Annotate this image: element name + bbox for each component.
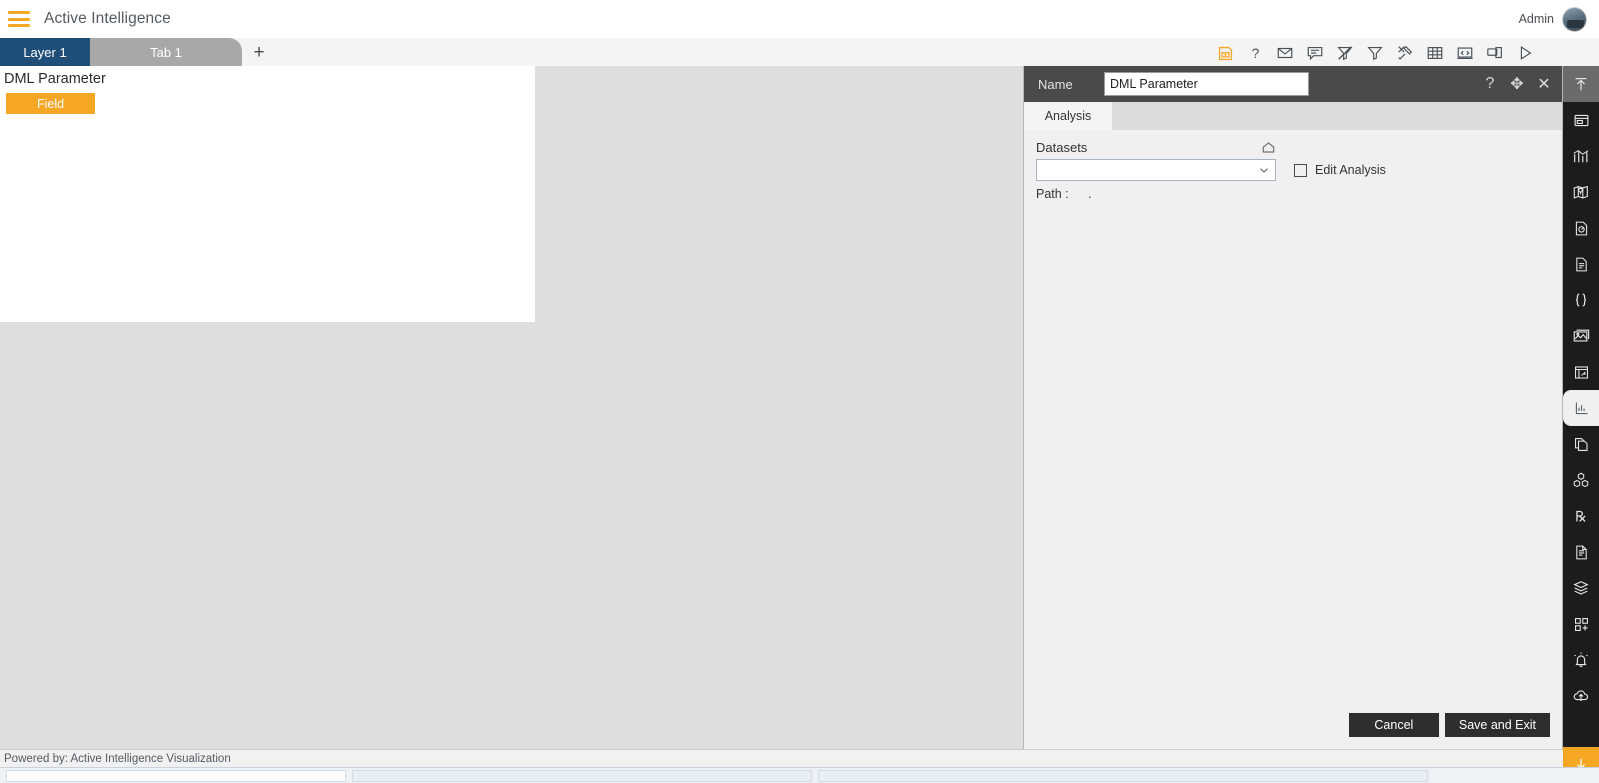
- path-label: Path :: [1036, 187, 1069, 201]
- filter-icon[interactable]: [1365, 43, 1385, 63]
- tools-icon[interactable]: [1395, 43, 1415, 63]
- window-icon[interactable]: [1563, 102, 1599, 138]
- filter-off-icon[interactable]: [1335, 43, 1355, 63]
- hamburger-line: [8, 24, 30, 27]
- map-icon[interactable]: [1563, 174, 1599, 210]
- datasets-label: Datasets: [1036, 140, 1088, 155]
- canvas-area: DML Parameter Field: [0, 66, 1023, 748]
- copy-page-icon[interactable]: [1563, 426, 1599, 462]
- edit-analysis-checkbox[interactable]: Edit Analysis: [1294, 163, 1386, 177]
- collapse-up-icon[interactable]: [1563, 66, 1599, 102]
- path-value: .: [1088, 187, 1092, 201]
- dml-parameter-dialog: Name ? ✥ ✕ Analysis Datasets: [1023, 66, 1563, 750]
- note-table-icon[interactable]: [1563, 354, 1599, 390]
- top-bar: Active Intelligence Admin: [0, 0, 1599, 38]
- alert-bell-icon[interactable]: [1563, 642, 1599, 678]
- edit-analysis-label: Edit Analysis: [1315, 163, 1386, 177]
- tab-layer-1[interactable]: Layer 1: [0, 38, 90, 66]
- document-icon[interactable]: [1563, 246, 1599, 282]
- app-title: Active Intelligence: [44, 10, 171, 27]
- status-bar: Powered by: Active Intelligence Visualiz…: [0, 749, 1563, 767]
- dataset-select[interactable]: [1036, 159, 1276, 181]
- user-label: Admin: [1518, 12, 1554, 26]
- cloud-upload-icon[interactable]: [1563, 678, 1599, 714]
- cubes-icon[interactable]: [1563, 462, 1599, 498]
- dialog-body: Datasets Edit Analysis Path: . Cancel S…: [1024, 130, 1562, 749]
- dataset-select-row: Edit Analysis: [1036, 159, 1550, 181]
- name-label: Name: [1038, 76, 1073, 92]
- play-icon[interactable]: [1515, 43, 1535, 63]
- close-icon[interactable]: ✕: [1536, 75, 1552, 93]
- comment-icon[interactable]: [1305, 43, 1325, 63]
- hamburger-line: [8, 11, 30, 14]
- avatar[interactable]: [1562, 6, 1587, 32]
- home-icon[interactable]: [1261, 140, 1276, 155]
- hamburger-icon[interactable]: [8, 11, 30, 27]
- add-tab-button[interactable]: +: [242, 40, 276, 66]
- tab-sheet-1[interactable]: Tab 1: [90, 38, 242, 66]
- help-icon[interactable]: ?: [1482, 75, 1498, 93]
- cancel-button[interactable]: Cancel: [1348, 713, 1439, 737]
- analysis-icon[interactable]: [1563, 390, 1599, 426]
- prescription-icon[interactable]: [1563, 498, 1599, 534]
- braces-icon[interactable]: [1563, 282, 1599, 318]
- report-icon[interactable]: [1563, 534, 1599, 570]
- checkbox-box: [1294, 163, 1307, 177]
- taskbar-item[interactable]: [352, 769, 812, 782]
- layers-icon[interactable]: [1563, 570, 1599, 606]
- save-icon[interactable]: [1215, 43, 1235, 63]
- dialog-footer: Cancel Save and Exit: [1348, 713, 1550, 737]
- taskbar-item[interactable]: [818, 769, 1428, 782]
- move-icon[interactable]: ✥: [1509, 75, 1525, 93]
- dialog-header-icons: ? ✥ ✕: [1482, 75, 1552, 93]
- canvas-widget-title: DML Parameter: [4, 71, 106, 87]
- save-and-exit-button[interactable]: Save and Exit: [1444, 713, 1550, 737]
- field-button[interactable]: Field: [6, 93, 95, 114]
- os-taskbar: [0, 767, 1599, 783]
- app-root: Active Intelligence Admin Layer 1 Tab 1 …: [0, 0, 1599, 783]
- mail-icon[interactable]: [1275, 43, 1295, 63]
- chart-icon[interactable]: [1563, 138, 1599, 174]
- powered-by-label: Powered by: Active Intelligence Visualiz…: [4, 752, 231, 765]
- svg-text:?: ?: [1251, 45, 1259, 60]
- gauge-doc-icon[interactable]: [1563, 210, 1599, 246]
- table-icon[interactable]: [1425, 43, 1445, 63]
- dialog-header: Name ? ✥ ✕: [1024, 66, 1562, 102]
- right-icon-rail: [1563, 66, 1599, 783]
- image-icon[interactable]: [1563, 318, 1599, 354]
- canvas-sheet[interactable]: DML Parameter Field: [0, 66, 535, 322]
- help-icon[interactable]: ?: [1245, 43, 1265, 63]
- duplicate-icon[interactable]: [1485, 43, 1505, 63]
- top-bar-right: Admin: [1518, 6, 1587, 32]
- name-input[interactable]: [1104, 72, 1309, 96]
- dialog-tab-strip: Analysis: [1024, 102, 1562, 130]
- taskbar-item[interactable]: [6, 769, 346, 782]
- path-row: Path : .: [1036, 187, 1550, 201]
- chevron-down-icon: [1257, 163, 1271, 177]
- tab-analysis[interactable]: Analysis: [1024, 102, 1112, 130]
- datasets-row: Datasets: [1036, 140, 1276, 155]
- hamburger-line: [8, 17, 30, 21]
- add-widget-icon[interactable]: [1563, 606, 1599, 642]
- code-icon[interactable]: [1455, 43, 1475, 63]
- icon-toolbar: ?: [1215, 40, 1535, 66]
